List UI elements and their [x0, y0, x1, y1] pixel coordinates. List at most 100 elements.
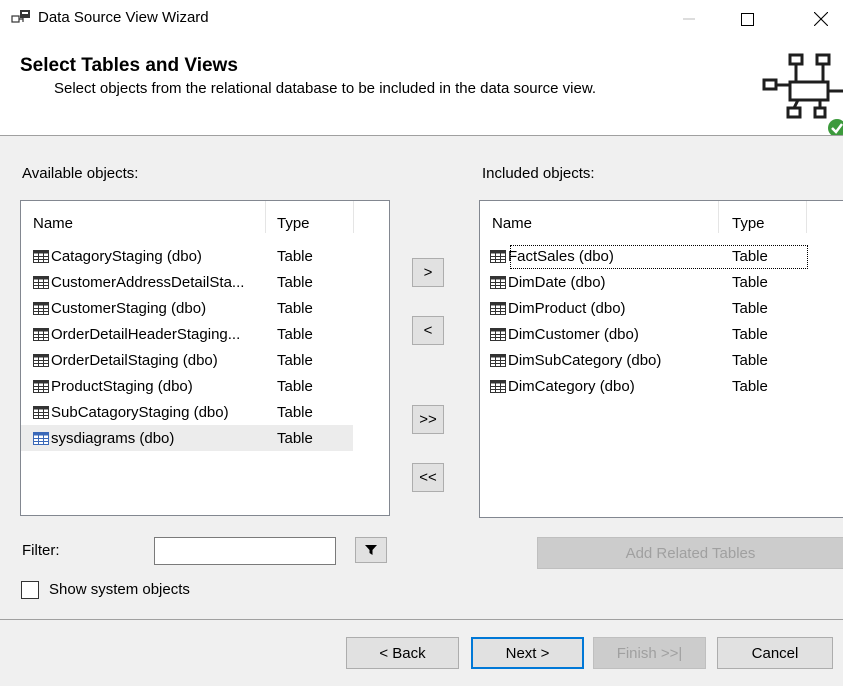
footer-divider	[0, 619, 843, 620]
remove-all-button[interactable]: <<	[412, 463, 444, 492]
show-system-objects-label[interactable]: Show system objects	[49, 581, 190, 598]
list-item[interactable]: DimSubCategory (dbo) Table	[480, 347, 810, 373]
list-item-name: DimCategory (dbo)	[490, 373, 635, 399]
close-icon	[814, 12, 828, 26]
list-item[interactable]: CatagoryStaging (dbo) Table	[21, 243, 353, 269]
included-objects-label: Included objects:	[482, 165, 595, 182]
column-header-name[interactable]: Name	[33, 215, 73, 232]
list-item[interactable]: CustomerAddressDetailSta... Table	[21, 269, 353, 295]
column-header-name[interactable]: Name	[492, 215, 532, 232]
finish-button[interactable]: Finish >>|	[593, 637, 706, 669]
list-item-type: Table	[277, 377, 313, 395]
back-button[interactable]: < Back	[346, 637, 459, 669]
show-system-objects-checkbox[interactable]	[21, 581, 39, 599]
list-item-name: DimDate (dbo)	[490, 269, 606, 295]
list-header: Name Type	[21, 201, 389, 233]
list-item[interactable]: DimProduct (dbo) Table	[480, 295, 810, 321]
list-item[interactable]: DimDate (dbo) Table	[480, 269, 810, 295]
list-item[interactable]: CustomerStaging (dbo) Table	[21, 295, 353, 321]
column-header-type[interactable]: Type	[732, 215, 765, 232]
column-divider[interactable]	[265, 201, 266, 233]
list-item-label: CustomerAddressDetailSta...	[51, 273, 245, 291]
cancel-button[interactable]: Cancel	[717, 637, 833, 669]
list-item-label: ProductStaging (dbo)	[51, 377, 193, 395]
table-icon	[490, 379, 506, 393]
data-source-view-icon	[11, 10, 30, 23]
list-item-name: CustomerStaging (dbo)	[33, 295, 206, 321]
list-item-name: DimSubCategory (dbo)	[490, 347, 661, 373]
list-item-type: Table	[732, 351, 768, 369]
focus-rectangle	[510, 245, 808, 269]
list-item[interactable]: ProductStaging (dbo) Table	[21, 373, 353, 399]
column-header-type[interactable]: Type	[277, 215, 310, 232]
filter-button[interactable]	[355, 537, 387, 563]
title-bar: Data Source View Wizard	[0, 0, 843, 38]
column-divider[interactable]	[718, 201, 719, 233]
list-item-name: sysdiagrams (dbo)	[33, 425, 174, 451]
table-icon	[490, 275, 506, 289]
list-item-type: Table	[277, 429, 313, 447]
list-item-name: CustomerAddressDetailSta...	[33, 269, 244, 295]
next-button[interactable]: Next >	[471, 637, 584, 669]
table-icon	[33, 379, 49, 393]
minimize-button[interactable]	[666, 0, 712, 38]
list-item[interactable]: OrderDetailStaging (dbo) Table	[21, 347, 353, 373]
list-item-name: CatagoryStaging (dbo)	[33, 243, 202, 269]
list-item-label: DimDate (dbo)	[508, 273, 606, 291]
table-icon	[33, 301, 49, 315]
list-item[interactable]: SubCatagoryStaging (dbo) Table	[21, 399, 353, 425]
list-item-name: SubCatagoryStaging (dbo)	[33, 399, 229, 425]
list-item-type: Table	[732, 377, 768, 395]
list-item-type: Table	[277, 403, 313, 421]
add-selected-button[interactable]: >	[412, 258, 444, 287]
page-title: Select Tables and Views	[20, 55, 238, 76]
table-icon	[490, 353, 506, 367]
column-divider[interactable]	[353, 201, 354, 233]
maximize-icon	[740, 12, 754, 26]
list-item-type: Table	[277, 299, 313, 317]
list-item-type: Table	[732, 325, 768, 343]
list-item[interactable]: DimCategory (dbo) Table	[480, 373, 810, 399]
table-icon	[33, 249, 49, 263]
schema-check-icon	[762, 53, 843, 135]
filter-label: Filter:	[22, 542, 60, 559]
list-item-name: OrderDetailHeaderStaging...	[33, 321, 240, 347]
window-title: Data Source View Wizard	[38, 9, 209, 26]
list-item-type: Table	[277, 325, 313, 343]
funnel-icon	[365, 545, 377, 555]
list-item-type: Table	[277, 273, 313, 291]
included-objects-list[interactable]: Name Type FactSales (dbo) Table DimDate (d…	[479, 200, 843, 518]
list-item-label: OrderDetailHeaderStaging...	[51, 325, 241, 343]
list-item-type: Table	[277, 351, 313, 369]
list-item-label: DimSubCategory (dbo)	[508, 351, 662, 369]
available-objects-list[interactable]: Name Type CatagoryStaging (dbo) Table Cust…	[20, 200, 390, 516]
maximize-button[interactable]	[724, 0, 770, 38]
list-item-type: Table	[277, 247, 313, 265]
list-item-label: SubCatagoryStaging (dbo)	[51, 403, 229, 421]
list-item[interactable]: sysdiagrams (dbo) Table	[21, 425, 353, 451]
table-icon	[490, 327, 506, 341]
list-item-label: OrderDetailStaging (dbo)	[51, 351, 218, 369]
remove-selected-button[interactable]: <	[412, 316, 444, 345]
list-item-name: OrderDetailStaging (dbo)	[33, 347, 218, 373]
list-header: Name Type	[480, 201, 843, 233]
wizard-header: Select Tables and Views Select objects f…	[0, 38, 843, 136]
list-item[interactable]: OrderDetailHeaderStaging... Table	[21, 321, 353, 347]
list-item[interactable]: FactSales (dbo) Table	[480, 243, 810, 269]
add-related-tables-button[interactable]: Add Related Tables	[537, 537, 843, 569]
list-item-label: CustomerStaging (dbo)	[51, 299, 207, 317]
list-item-label: DimCustomer (dbo)	[508, 325, 639, 343]
add-all-button[interactable]: >>	[412, 405, 444, 434]
table-icon	[33, 431, 49, 445]
table-icon	[490, 249, 506, 263]
column-divider[interactable]	[806, 201, 807, 233]
table-icon	[33, 353, 49, 367]
close-button[interactable]	[798, 0, 843, 38]
filter-input[interactable]	[154, 537, 336, 565]
list-item-label: DimCategory (dbo)	[508, 377, 635, 395]
list-item-type: Table	[732, 299, 768, 317]
list-item-label: DimProduct (dbo)	[508, 299, 626, 317]
list-item-label: CatagoryStaging (dbo)	[51, 247, 202, 265]
table-icon	[33, 275, 49, 289]
list-item[interactable]: DimCustomer (dbo) Table	[480, 321, 810, 347]
